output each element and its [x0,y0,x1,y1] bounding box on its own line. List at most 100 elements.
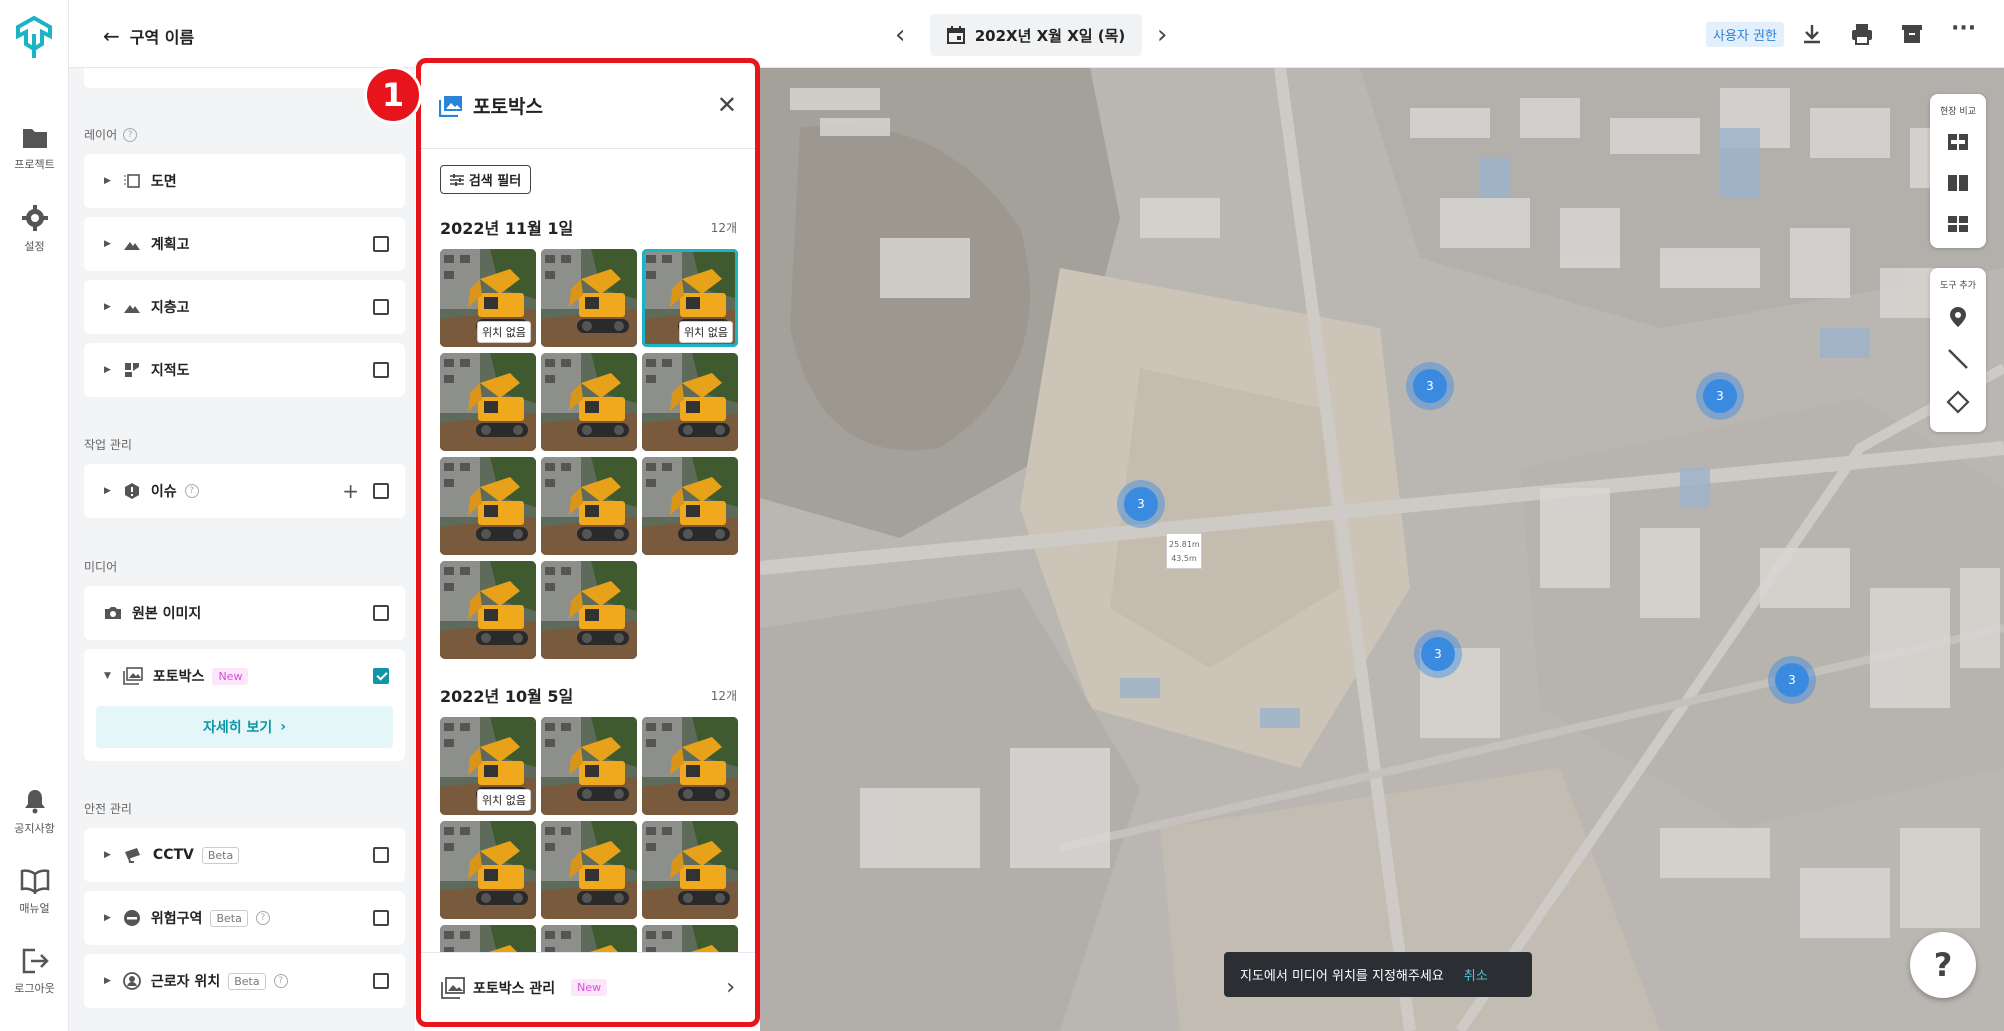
photo-thumbnail[interactable] [440,457,536,555]
work-issue[interactable]: ▶ 이슈? + [84,464,405,518]
photo-thumbnail[interactable] [440,353,536,451]
map-view[interactable]: 25.81m 43.5m 3 3 3 3 3 현장 비교 도구 추가 [760,68,2004,1031]
close-icon[interactable]: ✕ [717,91,737,119]
photo-thumbnail[interactable] [541,717,637,815]
expand-icon[interactable]: ▶ [104,365,111,375]
layer-checkbox[interactable] [373,483,389,499]
safety-cctv[interactable]: ▶ CCTV Beta [84,828,405,882]
layer-drawing[interactable]: ▶ 도면 [84,154,405,208]
search-filter-button[interactable]: 검색 필터 [440,165,531,194]
photo-thumbnail[interactable] [642,353,738,451]
layer-plan-height[interactable]: ▶ 계획고 [84,217,405,271]
expand-icon[interactable]: ▶ [104,176,111,186]
cluster-count: 3 [1413,369,1447,403]
layer-checkbox[interactable] [373,668,389,684]
user-permission-button[interactable]: 사용자 권한 [1706,22,1784,47]
toast-cancel-button[interactable]: 취소 [1464,965,1488,984]
mountain-icon [123,242,140,250]
map-cluster[interactable]: 3 [1768,656,1816,704]
polygon-tool-icon[interactable] [1946,390,1970,414]
date-label: 202X년 X월 X일 (목) [974,26,1126,45]
group-count: 12개 [710,221,737,235]
photo-thumbnail[interactable] [541,821,637,919]
camera-icon [105,607,121,619]
gear-icon [21,205,48,231]
photo-thumbnail[interactable]: 위치 없음 [642,249,738,347]
help-icon[interactable]: ? [123,127,138,142]
expand-icon[interactable]: ▶ [104,976,111,986]
layer-cadastral[interactable]: ▶ 지적도 [84,343,405,397]
more-icon[interactable]: ··· [1951,16,1976,41]
rail-item-manual[interactable]: 매뉴얼 [0,868,69,916]
chevron-right-icon: › [280,719,287,735]
date-selector[interactable]: 202X년 X월 X일 (목) [930,14,1142,56]
arrow-left-icon: ← [103,24,120,48]
photo-thumbnail[interactable] [541,457,637,555]
media-photobox[interactable]: ▼ 포토박스 New [84,649,405,703]
archive-icon[interactable] [1900,22,1924,46]
photo-thumbnail[interactable] [642,821,738,919]
expand-icon[interactable]: ▶ [104,302,111,312]
compare-slider-icon[interactable] [1948,134,1968,150]
back-button[interactable]: ← 구역 이름 [103,24,194,48]
layer-checkbox[interactable] [373,362,389,378]
photobox-manage-button[interactable]: 포토박스 관리 New › [421,952,755,1022]
layer-label: 포토박스 [152,669,205,685]
collapse-icon[interactable]: ▼ [104,671,111,681]
photo-thumbnail[interactable] [642,717,738,815]
map-cluster[interactable]: 3 [1406,362,1454,410]
section-title: 안전 관리 [84,802,132,816]
cluster-count: 3 [1703,379,1737,413]
help-icon[interactable]: ? [255,911,270,925]
rail-item-notice[interactable]: 공지사항 [0,788,69,836]
cadastral-icon [124,363,139,377]
safety-worker-location[interactable]: ▶ 근로자 위치 Beta? [84,954,405,1008]
add-icon[interactable]: + [342,479,359,503]
map-cluster[interactable]: 3 [1696,372,1744,420]
map-cluster[interactable]: 3 [1117,480,1165,528]
help-icon[interactable]: ? [273,974,288,988]
rail-item-project[interactable]: 프로젝트 [0,126,69,172]
photo-thumbnail[interactable] [541,249,637,347]
photo-thumbnail[interactable]: 위치 없음 [440,249,536,347]
expand-icon[interactable]: ▶ [104,486,111,496]
layer-checkbox[interactable] [373,973,389,989]
photo-thumbnail[interactable] [440,821,536,919]
layer-strata-height[interactable]: ▶ 지층고 [84,280,405,334]
safety-danger-zone[interactable]: ▶ 위험구역 Beta? [84,891,405,945]
photo-thumbnail[interactable] [642,457,738,555]
pin-icon[interactable] [1949,306,1967,328]
photo-thumbnail[interactable] [440,561,536,659]
rail-item-logout[interactable]: 로그아웃 [0,948,69,996]
detail-view-button[interactable]: 자세히 보기 › [96,706,393,748]
photo-thumbnail[interactable] [541,561,637,659]
media-original[interactable]: 원본 이미지 [84,586,405,640]
prev-date-button[interactable]: ‹ [895,20,905,50]
photo-thumbnail[interactable]: 위치 없음 [440,717,536,815]
grid-view-icon[interactable] [1948,216,1968,232]
line-tool-icon[interactable] [1947,348,1969,370]
layer-checkbox[interactable] [373,605,389,621]
layer-checkbox[interactable] [373,236,389,252]
expand-icon[interactable]: ▶ [104,850,111,860]
no-location-tag: 위치 없음 [679,321,733,343]
download-icon[interactable] [1800,22,1824,46]
next-date-button[interactable]: › [1157,20,1167,50]
section-title: 레이어 [84,128,118,142]
app-logo-icon[interactable] [14,16,54,60]
layer-checkbox[interactable] [373,847,389,863]
help-button[interactable]: ? [1910,932,1976,998]
layer-checkbox[interactable] [373,910,389,926]
photo-thumbnail[interactable] [541,353,637,451]
layer-checkbox[interactable] [373,299,389,315]
expand-icon[interactable]: ▶ [104,913,111,923]
map-cluster[interactable]: 3 [1414,630,1462,678]
split-view-icon[interactable] [1948,175,1968,191]
print-icon[interactable] [1850,22,1874,46]
expand-icon[interactable]: ▶ [104,239,111,249]
measure-value: 25.81m [1169,540,1200,549]
manage-label: 포토박스 관리 [473,980,556,997]
calendar-icon [946,26,965,44]
rail-item-settings[interactable]: 설정 [0,204,69,254]
help-icon[interactable]: ? [184,484,199,498]
